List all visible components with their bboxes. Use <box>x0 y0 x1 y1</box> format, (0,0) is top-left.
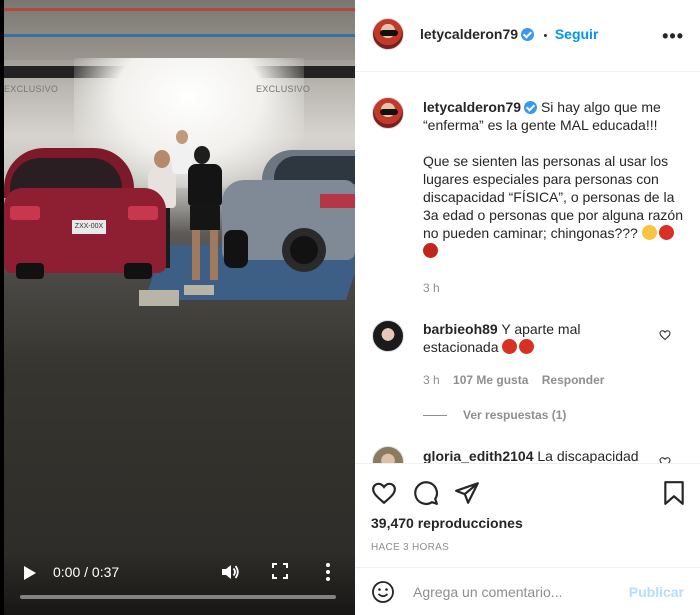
add-comment-bar: Publicar <box>355 567 700 615</box>
grey-suv <box>222 150 355 285</box>
comment-1-username[interactable]: barbieoh89 <box>423 321 498 337</box>
comment-bubble-icon[interactable] <box>413 480 439 506</box>
comment-1-meta: 3 h 107 Me gusta Responder <box>423 373 604 387</box>
view-count[interactable]: 39,470 reproducciones <box>371 515 523 531</box>
instagram-post-view: EXCLUSIVO EXCLUSIVO ZXX-00X 0:00 / 0:37 … <box>0 0 700 615</box>
view-replies-label: Ver respuestas (1) <box>463 408 567 422</box>
publish-button[interactable]: Publicar <box>629 584 684 600</box>
verified-badge-icon <box>521 28 535 41</box>
comment-2: gloria_edith2104 La discapacidad <box>423 447 653 463</box>
follow-button[interactable]: Seguir <box>555 26 599 42</box>
author-username[interactable]: letycalderon79 <box>420 26 518 42</box>
like-comment-heart-icon[interactable] <box>659 329 671 341</box>
post-actions: 39,470 reproducciones HACE 3 HORAS <box>355 463 700 567</box>
save-bookmark-icon[interactable] <box>661 480 687 506</box>
author-avatar[interactable] <box>372 18 404 50</box>
video-progress-bar[interactable] <box>20 595 336 599</box>
video-player[interactable]: EXCLUSIVO EXCLUSIVO ZXX-00X 0:00 / 0:37 <box>0 0 355 615</box>
video-time: 0:00 / 0:37 <box>53 564 120 580</box>
like-comment-heart-icon[interactable] <box>659 456 671 463</box>
wall-sign-left: EXCLUSIVO <box>4 84 59 94</box>
view-replies-button[interactable]: Ver respuestas (1) <box>423 408 566 422</box>
separator-dot: • <box>543 30 548 42</box>
post-header: letycalderon79 • Seguir ••• <box>355 0 700 72</box>
comment-2-text: La discapacidad <box>537 448 639 463</box>
video-frame: EXCLUSIVO EXCLUSIVO ZXX-00X <box>4 0 355 615</box>
play-icon[interactable] <box>22 566 36 580</box>
comments-list[interactable]: letycalderon79 Si hay algo que me “enfer… <box>355 73 700 463</box>
caption-avatar[interactable] <box>372 97 404 129</box>
reply-button[interactable]: Responder <box>542 373 605 387</box>
comment-input[interactable] <box>413 582 613 602</box>
caption: letycalderon79 Si hay algo que me “enfer… <box>423 98 685 260</box>
more-vertical-icon[interactable] <box>320 562 336 582</box>
caption-time: 3 h <box>423 281 440 295</box>
like-heart-icon[interactable] <box>371 480 397 506</box>
red-car: ZXX-00X <box>4 148 166 279</box>
post-side-panel: letycalderon79 • Seguir ••• letycalderon… <box>355 0 700 615</box>
commenter-avatar-2[interactable] <box>372 446 404 463</box>
license-plate: ZXX-00X <box>72 220 106 234</box>
tired-face-emoji <box>641 225 657 240</box>
share-send-icon[interactable] <box>454 480 480 506</box>
angry-face-emoji <box>658 225 674 240</box>
commenter-avatar-1[interactable] <box>372 320 404 352</box>
emoji-smile-icon[interactable] <box>371 580 395 604</box>
more-options-icon[interactable]: ••• <box>662 26 684 47</box>
angry-face-emoji <box>519 339 535 354</box>
comment-1-likes[interactable]: 107 Me gusta <box>453 373 528 387</box>
caption-username[interactable]: letycalderon79 <box>423 99 521 115</box>
angry-face-emoji <box>502 339 518 354</box>
video-controls: 0:00 / 0:37 <box>0 552 355 615</box>
comment-1: barbieoh89 Y aparte mal estacionada <box>423 320 653 356</box>
verified-badge-icon <box>524 101 538 114</box>
fullscreen-icon[interactable] <box>272 563 288 579</box>
volume-icon[interactable] <box>220 562 240 582</box>
wall-sign-right: EXCLUSIVO <box>256 84 311 94</box>
cursing-face-emoji <box>423 243 438 258</box>
comment-1-time: 3 h <box>423 373 440 387</box>
comment-2-username[interactable]: gloria_edith2104 <box>423 448 534 463</box>
post-timestamp: HACE 3 HORAS <box>371 542 450 553</box>
